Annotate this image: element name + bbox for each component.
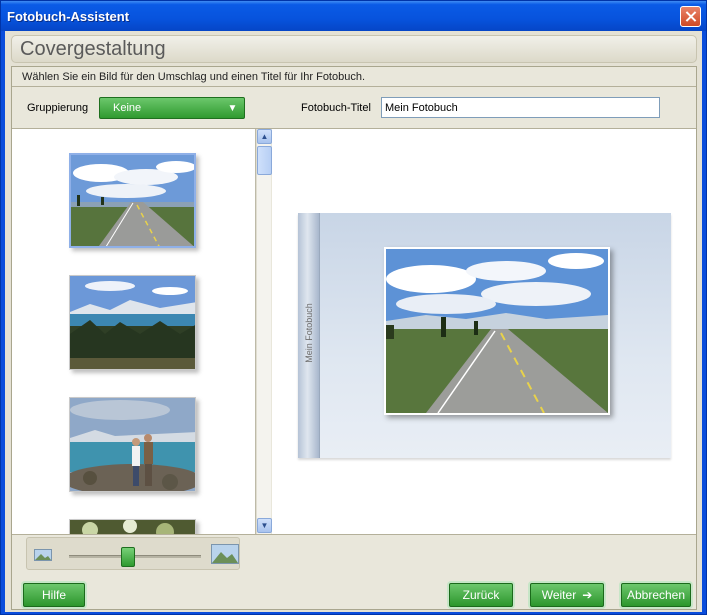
back-button[interactable]: Zurück xyxy=(449,583,513,607)
divider xyxy=(12,534,696,535)
main-panel: Wählen Sie ein Bild für den Umschlag und… xyxy=(11,66,697,610)
title-label: Fotobuch-Titel xyxy=(301,102,371,114)
zoom-control xyxy=(26,537,240,570)
thumbnail-image[interactable] xyxy=(69,153,196,248)
photobook-cover: Mein Fotobuch xyxy=(298,213,671,458)
dialog-window: Fotobuch-Assistent Covergestaltung Wähle… xyxy=(0,0,707,615)
help-button[interactable]: Hilfe xyxy=(23,583,85,607)
title-input[interactable] xyxy=(381,97,660,118)
small-image-icon[interactable] xyxy=(34,549,52,561)
cover-photo xyxy=(384,247,610,415)
grouping-value: Keine xyxy=(113,102,142,114)
thumbnail-image[interactable] xyxy=(69,397,196,492)
arrow-right-icon: ➔ xyxy=(582,588,593,602)
large-image-icon[interactable] xyxy=(211,544,239,564)
window-title: Fotobuch-Assistent xyxy=(7,9,130,24)
close-icon[interactable] xyxy=(680,6,701,27)
cancel-button[interactable]: Abbrechen xyxy=(621,583,691,607)
spine-title: Mein Fotobuch xyxy=(304,303,314,363)
scroll-down-icon[interactable]: ▼ xyxy=(257,518,272,533)
instructions-text: Wählen Sie ein Bild für den Umschlag und… xyxy=(22,71,366,83)
next-button[interactable]: Weiter ➔ xyxy=(530,583,604,607)
scroll-up-icon[interactable]: ▲ xyxy=(257,129,272,144)
thumbnail-list[interactable] xyxy=(12,129,256,534)
zoom-slider-handle[interactable] xyxy=(121,547,136,567)
thumbnail-image[interactable] xyxy=(69,519,196,534)
page-title: Covergestaltung xyxy=(20,38,166,60)
chevron-down-icon: ▼ xyxy=(227,103,238,114)
thumbnail-image[interactable] xyxy=(69,275,196,370)
book-spine: Mein Fotobuch xyxy=(298,213,320,458)
dialog-body: Covergestaltung Wählen Sie ein Bild für … xyxy=(5,31,702,612)
thumbnail-scrollbar[interactable]: ▲ ▼ xyxy=(256,129,272,534)
grouping-dropdown[interactable]: Keine ▼ xyxy=(99,97,245,119)
divider xyxy=(12,86,696,87)
next-label: Weiter xyxy=(541,588,577,602)
header-band: Covergestaltung xyxy=(11,35,697,63)
grouping-label: Gruppierung xyxy=(27,102,89,114)
scrollbar-thumb[interactable] xyxy=(257,146,272,175)
title-bar: Fotobuch-Assistent xyxy=(1,1,706,31)
cover-preview: Mein Fotobuch xyxy=(272,129,696,534)
